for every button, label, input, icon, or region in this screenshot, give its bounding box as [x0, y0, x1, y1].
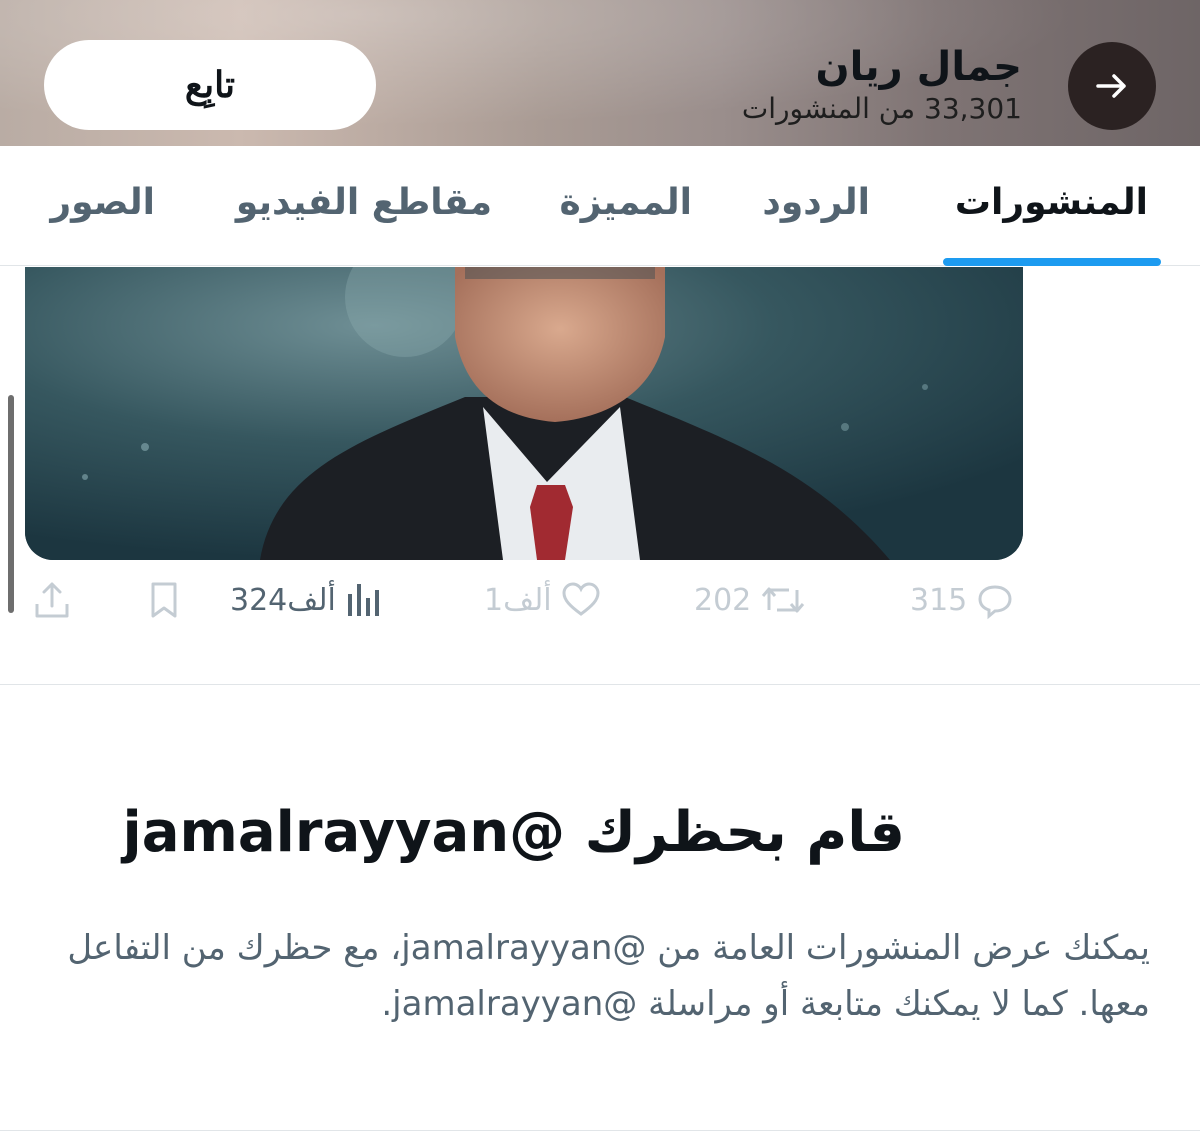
arrow-right-icon [1096, 74, 1126, 98]
like-count: 1ألف [484, 582, 552, 618]
blocked-title: قام بحظرك @jamalrayyan [122, 800, 906, 865]
views-count: 324ألف [230, 582, 336, 618]
active-tab-indicator [943, 258, 1161, 266]
tab-highlights[interactable]: المميزة [560, 182, 692, 223]
reply-icon [978, 585, 1012, 620]
like-action[interactable]: 1ألف [484, 580, 602, 620]
share-icon [35, 582, 69, 618]
tab-replies[interactable]: الردود [762, 182, 870, 223]
section-divider [0, 684, 1200, 685]
reply-action[interactable]: 315 [910, 580, 1015, 620]
tweet-media-image[interactable] [25, 267, 1023, 560]
tweet-actions: 315 202 1ألف 324ألف [0, 580, 1200, 640]
repost-action[interactable]: 202 [694, 580, 807, 620]
views-action[interactable]: 324ألف [230, 580, 384, 620]
bottom-divider [0, 1130, 1200, 1131]
back-button[interactable] [1068, 42, 1156, 130]
heart-icon [562, 582, 600, 616]
profile-tabs: المنشورات الردود المميزة مقاطع الفيديو ا… [0, 146, 1200, 266]
tab-posts[interactable]: المنشورات [955, 182, 1148, 223]
reply-count: 315 [910, 582, 968, 618]
repost-count: 202 [694, 582, 752, 618]
tab-photos[interactable]: الصور [50, 182, 155, 223]
share-action[interactable] [32, 580, 72, 620]
profile-name: جمال ريان [815, 44, 1022, 90]
repost-icon [762, 587, 805, 613]
posts-count: 33,301 من المنشورات [741, 92, 1022, 125]
blocked-description: يمكنك عرض المنشورات العامة من @jamalrayy… [67, 928, 1150, 1024]
news-anchor-photo [25, 267, 1023, 560]
bookmark-action[interactable] [144, 580, 184, 620]
follow-button[interactable]: تابِع [44, 40, 376, 130]
views-chart-icon [347, 584, 379, 616]
bookmark-icon [151, 582, 177, 618]
tab-videos[interactable]: مقاطع الفيديو [236, 182, 492, 223]
